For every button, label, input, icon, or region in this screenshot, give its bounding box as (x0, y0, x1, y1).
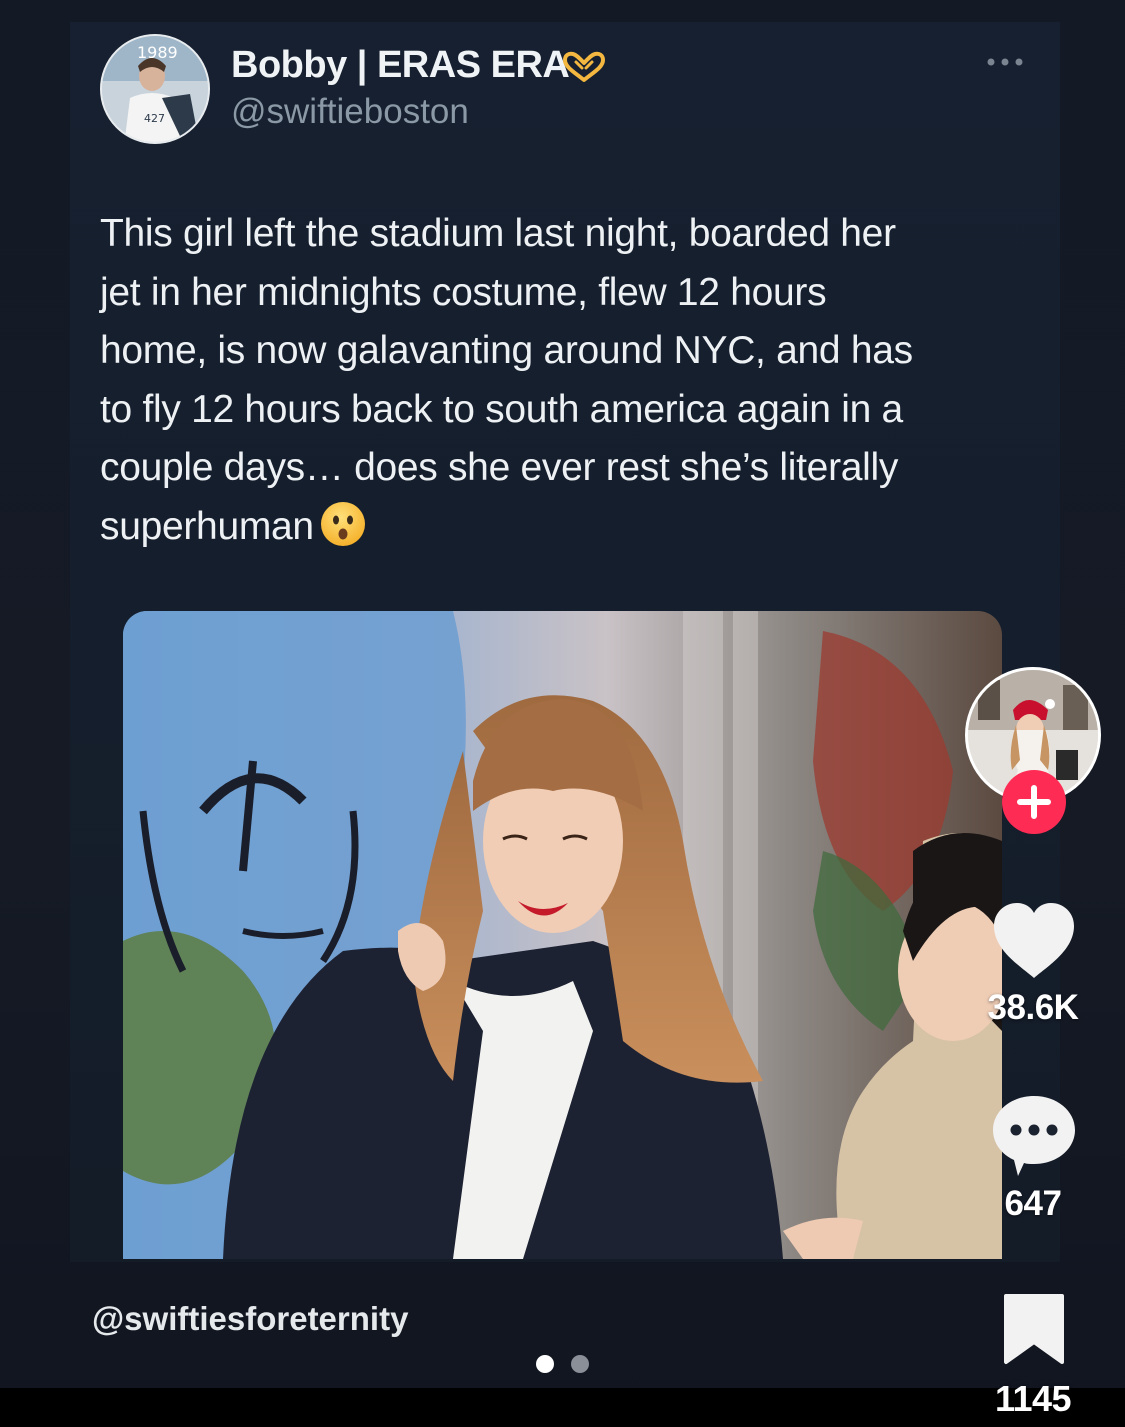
tweet-line: This girl left the stadium last night, b… (100, 212, 896, 255)
tweet-line: home, is now galavanting around NYC, and… (100, 329, 913, 372)
heart-icon[interactable] (990, 900, 1078, 980)
tweet-text: This girl left the stadium last night, b… (100, 205, 1010, 556)
like-count: 38.6K (987, 988, 1079, 1027)
comment-icon[interactable] (990, 1092, 1078, 1178)
tiktok-screen: 1989 427 Bobby | ERAS ERA @swiftieboston… (0, 0, 1125, 1427)
heart-hands-icon (563, 51, 605, 82)
tweet-line: superhuman (100, 504, 314, 548)
bookmark-icon[interactable] (1002, 1292, 1066, 1366)
tweet-photo (123, 611, 1002, 1259)
astonished-face-icon (320, 501, 365, 546)
carousel-dot[interactable] (571, 1355, 589, 1373)
author-display-name: Bobby | ERAS ERA (231, 44, 570, 86)
tweet-line: couple days… does she ever rest she’s li… (100, 446, 899, 489)
avatar-badge-text: 1989 (137, 43, 178, 62)
tweet-line: jet in her midnights costume, flew 12 ho… (100, 270, 827, 314)
author-avatar: 1989 427 (100, 34, 210, 144)
tweet-line: to fly 12 hours back to south america ag… (100, 387, 903, 431)
plus-icon (1017, 785, 1051, 819)
save-count: 1145 (994, 1378, 1072, 1419)
bottom-bar (0, 1388, 1125, 1427)
follow-button[interactable] (1002, 770, 1066, 834)
author-handle: @swiftieboston (231, 92, 469, 131)
carousel-dot-active[interactable] (536, 1355, 554, 1373)
more-horizontal-icon (987, 58, 1023, 66)
svg-text:427: 427 (144, 112, 165, 125)
comment-count: 647 (1004, 1184, 1062, 1223)
tweet-last-line: superhuman (100, 498, 1010, 557)
carousel-indicator[interactable] (536, 1355, 596, 1375)
video-watermark: @swiftiesforeternity (92, 1300, 409, 1337)
